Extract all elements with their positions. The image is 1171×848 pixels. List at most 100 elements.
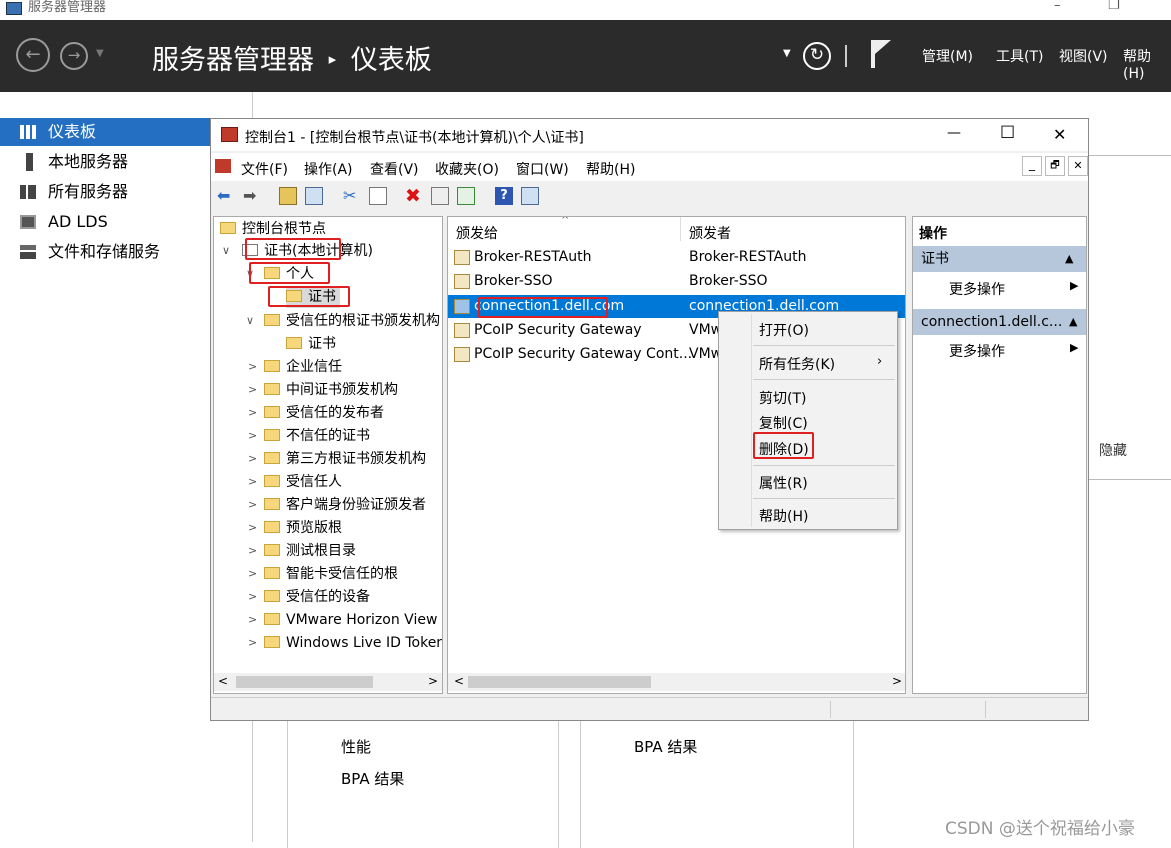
help-icon[interactable]: ? xyxy=(495,187,513,205)
mmc-minimize-button[interactable]: — xyxy=(947,125,961,141)
minimize-button[interactable]: – xyxy=(1054,0,1061,13)
scroll-thumb[interactable] xyxy=(236,676,373,688)
tree-node[interactable]: 不信任的证书 xyxy=(264,425,370,447)
child-close-button[interactable]: ✕ xyxy=(1068,156,1088,176)
up-folder-icon[interactable] xyxy=(279,187,297,205)
expand-chevron-icon[interactable]: > xyxy=(248,636,257,649)
expand-chevron-icon[interactable]: > xyxy=(248,429,257,442)
tree-node[interactable]: VMware Horizon View xyxy=(264,609,437,631)
table-row[interactable]: Broker-SSO Broker-SSO xyxy=(448,270,905,293)
history-dropdown-icon[interactable]: ▼ xyxy=(96,48,104,59)
breadcrumb-app[interactable]: 服务器管理器 xyxy=(152,45,314,76)
folder-icon xyxy=(286,337,302,349)
actions-section-header[interactable]: 证书 ▲ xyxy=(913,246,1086,272)
hide-link[interactable]: 隐藏 xyxy=(1099,440,1127,460)
forward-arrow-icon[interactable]: ➡ xyxy=(243,187,261,205)
scroll-left-icon[interactable]: < xyxy=(218,674,228,688)
certificate-icon xyxy=(454,299,470,314)
tree-node[interactable]: 企业信任 xyxy=(264,356,342,378)
menu-item-properties[interactable]: 属性(R) xyxy=(759,473,808,493)
refresh-icon[interactable]: ↻ xyxy=(803,42,831,70)
collapse-up-icon[interactable]: ▲ xyxy=(1065,309,1078,335)
tree-node[interactable]: 控制台根节点 xyxy=(220,218,326,240)
copy-icon[interactable] xyxy=(369,187,387,205)
tree-node[interactable]: 测试根目录 xyxy=(264,540,356,562)
servers-icon xyxy=(20,185,36,199)
tile-item-bpa[interactable]: BPA 结果 xyxy=(634,736,697,757)
back-button[interactable]: ← xyxy=(16,38,50,72)
menu-help[interactable]: 帮助(H) xyxy=(586,159,635,179)
mmc-title: 控制台1 - [控制台根节点\证书(本地计算机)\个人\证书] xyxy=(245,130,584,146)
menu-item-all-tasks[interactable]: 所有任务(K) xyxy=(759,354,835,374)
table-row[interactable]: Broker-RESTAuth Broker-RESTAuth xyxy=(448,246,905,269)
collapse-chevron-icon[interactable]: ∨ xyxy=(246,314,254,327)
tree-node[interactable]: 预览版根 xyxy=(264,517,342,539)
export-icon[interactable] xyxy=(457,187,475,205)
action-more-actions[interactable]: 更多操作 xyxy=(949,341,1005,361)
mmc-close-button[interactable]: ✕ xyxy=(1053,125,1066,144)
tile-item-performance[interactable]: 性能 xyxy=(341,736,371,757)
cut-icon[interactable]: ✂ xyxy=(343,187,361,205)
tree-node[interactable]: 受信任的发布者 xyxy=(264,402,384,424)
scroll-thumb[interactable] xyxy=(468,676,651,688)
expand-chevron-icon[interactable]: > xyxy=(248,544,257,557)
expand-chevron-icon[interactable]: > xyxy=(248,613,257,626)
expand-chevron-icon[interactable]: > xyxy=(248,475,257,488)
show-action-pane-icon[interactable] xyxy=(521,187,539,205)
tree-node-label: 证书 xyxy=(308,336,336,352)
column-header-issued-by[interactable]: 颁发者 xyxy=(689,223,731,243)
tree-node[interactable]: 受信任的设备 xyxy=(264,586,370,608)
mmc-maximize-button[interactable]: ☐ xyxy=(1000,123,1015,143)
action-more-actions[interactable]: 更多操作 xyxy=(949,279,1005,299)
collapse-chevron-icon[interactable]: ∨ xyxy=(222,244,230,257)
properties-icon[interactable] xyxy=(431,187,449,205)
menu-item-open[interactable]: 打开(O) xyxy=(759,320,809,340)
tree-node[interactable]: 第三方根证书颁发机构 xyxy=(264,448,426,470)
menu-view[interactable]: 查看(V) xyxy=(370,159,419,179)
expand-chevron-icon[interactable]: > xyxy=(248,383,257,396)
menu-manage[interactable]: 管理(M) xyxy=(922,46,973,66)
column-header-issued-to[interactable]: 颁发给 xyxy=(456,223,498,243)
menu-tools[interactable]: 工具(T) xyxy=(996,46,1043,66)
forward-button[interactable]: → xyxy=(60,42,88,70)
menu-file[interactable]: 文件(F) xyxy=(241,159,288,179)
child-restore-button[interactable]: 🗗 xyxy=(1045,156,1065,176)
folder-icon xyxy=(264,567,280,579)
expand-chevron-icon[interactable]: > xyxy=(248,567,257,580)
menu-item-help[interactable]: 帮助(H) xyxy=(759,506,808,526)
menu-view[interactable]: 视图(V) xyxy=(1059,46,1108,66)
expand-chevron-icon[interactable]: > xyxy=(248,406,257,419)
scroll-right-icon[interactable]: > xyxy=(428,674,438,688)
expand-chevron-icon[interactable]: > xyxy=(248,498,257,511)
scroll-right-icon[interactable]: > xyxy=(892,674,902,688)
show-hide-tree-icon[interactable] xyxy=(305,187,323,205)
menu-item-copy[interactable]: 复制(C) xyxy=(759,413,808,433)
expand-chevron-icon[interactable]: > xyxy=(248,452,257,465)
delete-icon[interactable]: ✖ xyxy=(405,187,423,206)
menu-action[interactable]: 操作(A) xyxy=(304,159,353,179)
menu-help[interactable]: 帮助(H) xyxy=(1123,46,1171,82)
menu-item-cut[interactable]: 剪切(T) xyxy=(759,388,806,408)
tree-node[interactable]: 受信任人 xyxy=(264,471,342,493)
expand-chevron-icon[interactable]: > xyxy=(248,360,257,373)
expand-chevron-icon[interactable]: > xyxy=(248,590,257,603)
dropdown-icon[interactable]: ▼ xyxy=(783,48,791,59)
tree-node[interactable]: 中间证书颁发机构 xyxy=(264,379,398,401)
child-minimize-button[interactable]: _ xyxy=(1022,156,1042,176)
tree-node[interactable]: 证书 xyxy=(286,333,336,355)
scroll-left-icon[interactable]: < xyxy=(454,674,464,688)
tree-node[interactable]: 客户端身份验证颁发者 xyxy=(264,494,426,516)
maximize-button[interactable]: ❐ xyxy=(1108,0,1120,13)
menu-favorites[interactable]: 收藏夹(O) xyxy=(435,159,499,179)
back-arrow-icon[interactable]: ⬅ xyxy=(217,187,235,205)
tree-node[interactable]: 智能卡受信任的根 xyxy=(264,563,398,585)
actions-section-header[interactable]: connection1.dell.c... ▲ xyxy=(913,309,1086,335)
tree-horizontal-scrollbar[interactable]: < > xyxy=(214,673,442,691)
tile-item-bpa[interactable]: BPA 结果 xyxy=(341,768,404,789)
menu-window[interactable]: 窗口(W) xyxy=(516,159,569,179)
tree-node[interactable]: 受信任的根证书颁发机构 xyxy=(264,310,440,332)
list-horizontal-scrollbar[interactable]: < > xyxy=(448,673,905,691)
tree-node[interactable]: Windows Live ID Token xyxy=(264,632,442,654)
collapse-up-icon[interactable]: ▲ xyxy=(1065,246,1073,272)
expand-chevron-icon[interactable]: > xyxy=(248,521,257,534)
